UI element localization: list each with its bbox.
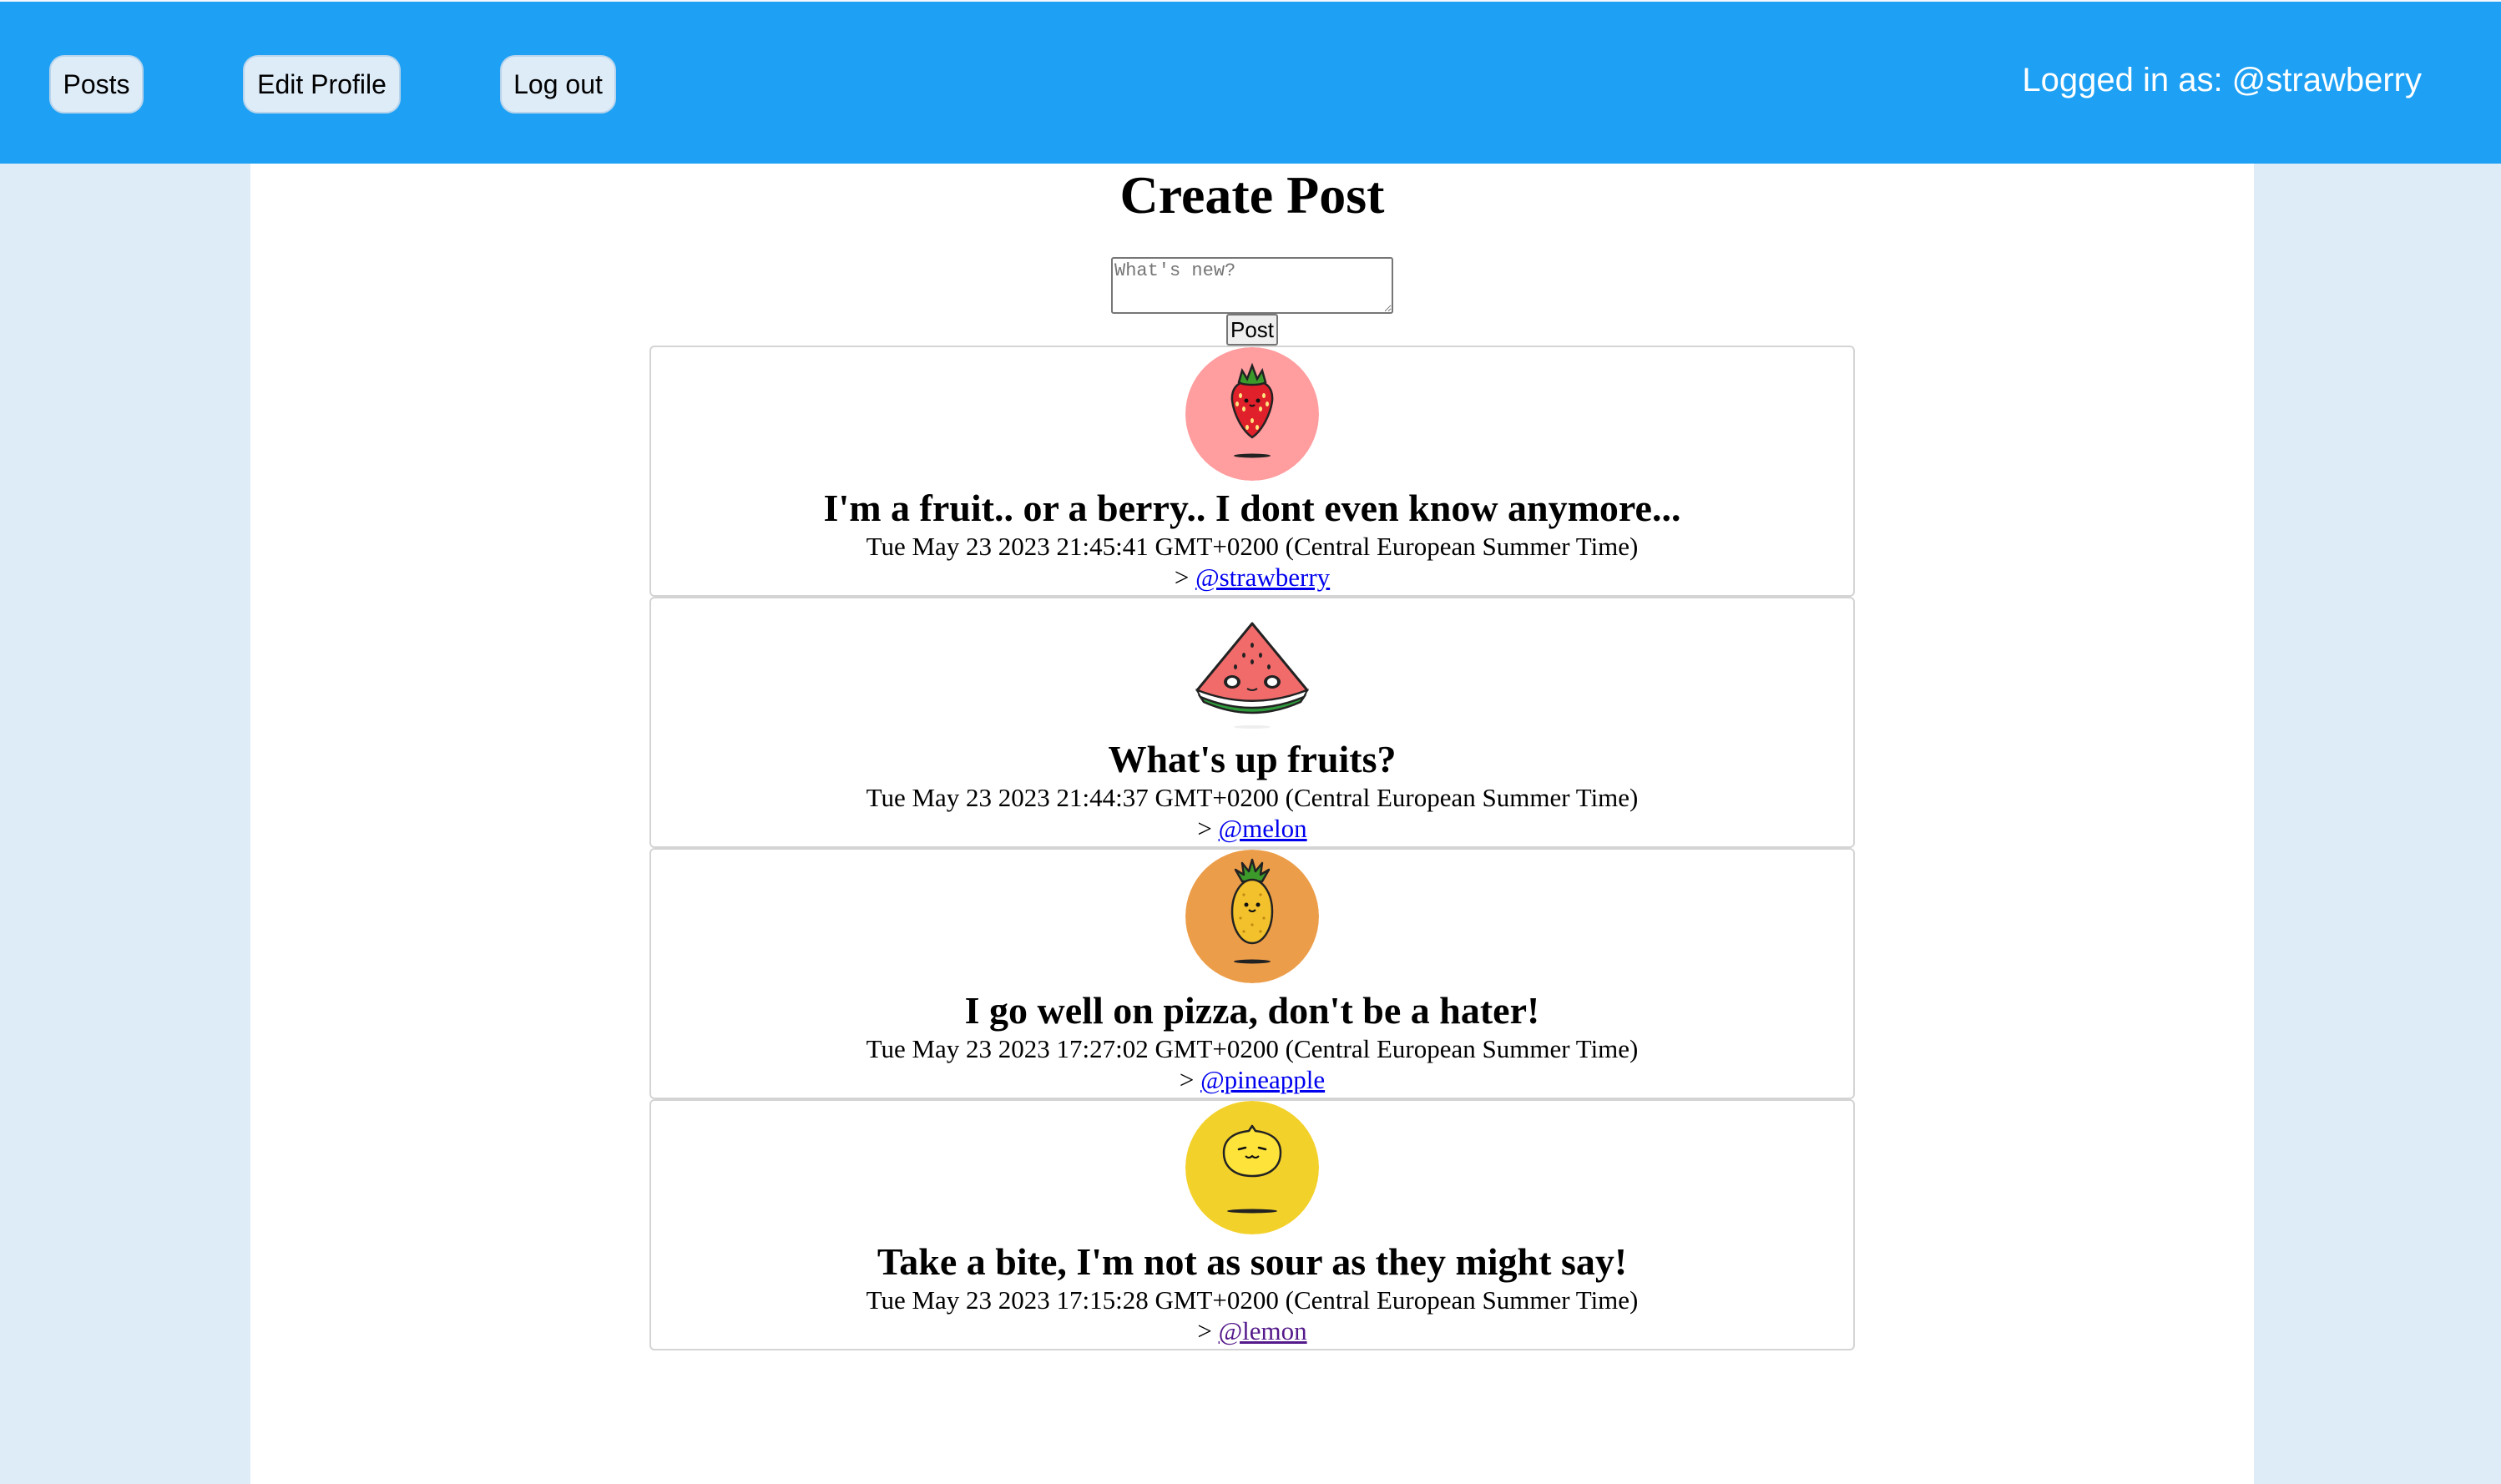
logout-nav-button[interactable]: Log out: [500, 55, 616, 114]
author-prefix: >: [1197, 814, 1212, 843]
post-timestamp: Tue May 23 2023 21:45:41 GMT+0200 (Centr…: [866, 532, 1639, 561]
post-text: I go well on pizza, don't be a hater!: [964, 989, 1540, 1032]
post-card: Take a bite, I'm not as sour as they mig…: [649, 1099, 1855, 1350]
watermelon-avatar-icon: [1185, 598, 1319, 732]
posts-nav-button[interactable]: Posts: [49, 55, 144, 114]
top-nav-bar: Posts Edit Profile Log out Logged in as:…: [0, 0, 2501, 164]
post-feed: I'm a fruit.. or a berry.. I dont even k…: [649, 346, 1855, 1350]
author-link[interactable]: @melon: [1219, 814, 1307, 843]
post-timestamp: Tue May 23 2023 17:15:28 GMT+0200 (Centr…: [866, 1285, 1639, 1315]
post-card: I'm a fruit.. or a berry.. I dont even k…: [649, 346, 1855, 597]
author-prefix: >: [1197, 1316, 1212, 1345]
main-content: Create Post Post: [250, 164, 2254, 1484]
post-timestamp: Tue May 23 2023 21:44:37 GMT+0200 (Centr…: [866, 783, 1639, 812]
author-link[interactable]: @pineapple: [1200, 1065, 1325, 1094]
post-card: I go well on pizza, don't be a hater! Tu…: [649, 848, 1855, 1099]
pineapple-avatar-icon: [1185, 850, 1319, 983]
author-link[interactable]: @strawberry: [1195, 563, 1330, 592]
post-card: What's up fruits? Tue May 23 2023 21:44:…: [649, 597, 1855, 848]
strawberry-avatar-icon: [1185, 347, 1319, 481]
author-prefix: >: [1174, 563, 1190, 592]
post-compose-input[interactable]: [1111, 257, 1393, 314]
page-title: Create Post: [1119, 165, 1385, 225]
post-text: I'm a fruit.. or a berry.. I dont even k…: [823, 487, 1681, 529]
post-text: Take a bite, I'm not as sour as they mig…: [877, 1240, 1628, 1283]
post-author-line: > @pineapple: [651, 1065, 1853, 1095]
post-author-line: > @lemon: [651, 1316, 1853, 1346]
author-prefix: >: [1179, 1065, 1195, 1094]
submit-post-button[interactable]: Post: [1226, 314, 1278, 346]
edit-profile-nav-button[interactable]: Edit Profile: [243, 55, 401, 114]
logged-in-user-label: Logged in as: @strawberry: [2022, 62, 2422, 98]
lemon-avatar-icon: [1185, 1101, 1319, 1234]
post-author-line: > @melon: [651, 814, 1853, 844]
post-timestamp: Tue May 23 2023 17:27:02 GMT+0200 (Centr…: [866, 1034, 1639, 1063]
author-link[interactable]: @lemon: [1219, 1316, 1307, 1345]
post-author-line: > @strawberry: [651, 563, 1853, 593]
post-text: What's up fruits?: [1108, 738, 1397, 780]
